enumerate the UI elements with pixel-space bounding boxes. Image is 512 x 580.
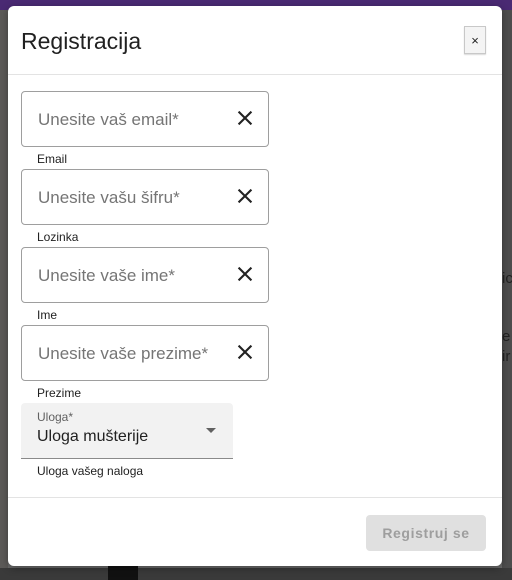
email-placeholder: Unesite vaš email* — [38, 110, 179, 129]
background-text-fragment: ir — [502, 348, 511, 365]
first-name-placeholder: Unesite vaše ime* — [38, 266, 176, 285]
dialog-title: Registracija — [21, 28, 142, 54]
background-right-strip — [502, 10, 512, 580]
register-button[interactable]: Registruj se — [366, 515, 486, 551]
clear-last-name-icon[interactable] — [234, 341, 256, 363]
background-left-strip — [0, 10, 8, 580]
background-stand — [108, 566, 138, 580]
clear-first-name-icon[interactable] — [234, 263, 256, 285]
registration-dialog: Registracija × Unesite vaš email* Email … — [8, 6, 502, 566]
clear-email-icon[interactable] — [234, 107, 256, 129]
role-label: Uloga* — [37, 410, 74, 424]
background-bottom-strip — [0, 568, 512, 580]
first-name-caption: Ime — [37, 308, 58, 322]
role-select[interactable]: Uloga* Uloga mušterije — [21, 403, 233, 459]
close-button[interactable]: × — [464, 26, 486, 54]
dialog-footer: Registruj se — [8, 497, 502, 567]
last-name-caption: Prezime — [37, 386, 82, 400]
role-value: Uloga mušterije — [37, 428, 149, 445]
caret-down-icon — [206, 428, 216, 433]
password-field[interactable]: Unesite vašu šifru* — [21, 169, 269, 225]
last-name-field[interactable]: Unesite vaše prezime* — [21, 325, 269, 381]
first-name-field[interactable]: Unesite vaše ime* — [21, 247, 269, 303]
email-field[interactable]: Unesite vaš email* — [21, 91, 269, 147]
role-caption: Uloga vašeg naloga — [37, 464, 144, 478]
password-placeholder: Unesite vašu šifru* — [38, 188, 180, 207]
last-name-placeholder: Unesite vaše prezime* — [38, 344, 209, 363]
clear-password-icon[interactable] — [234, 185, 256, 207]
dialog-header: Registracija × — [8, 6, 502, 75]
email-caption: Email — [37, 152, 68, 166]
background-text-fragment: e — [502, 328, 511, 345]
password-caption: Lozinka — [37, 230, 79, 244]
background-text-fragment: ic — [502, 270, 512, 287]
